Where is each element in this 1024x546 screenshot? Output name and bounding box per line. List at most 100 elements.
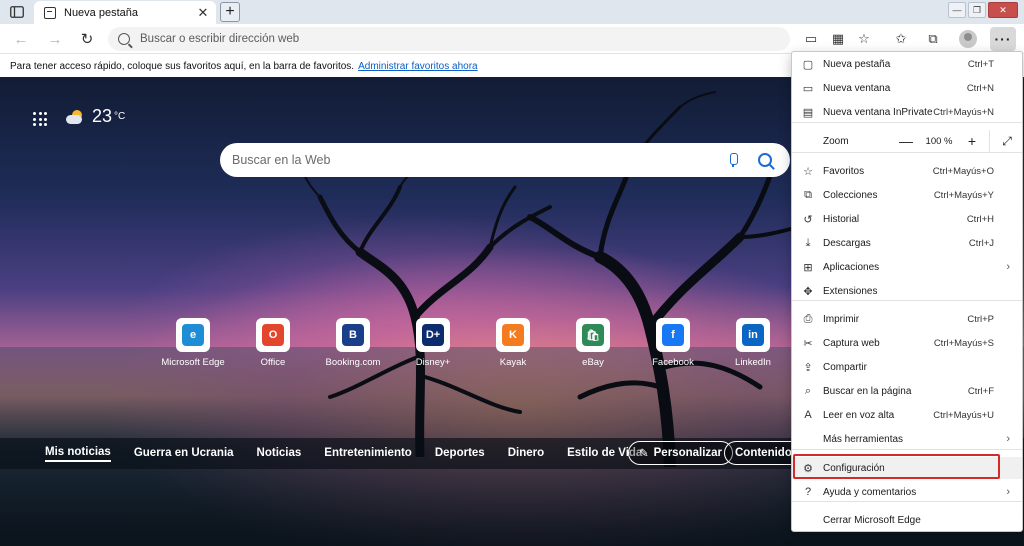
quick-link-label: Booking.com xyxy=(325,357,381,368)
menu-item-buscar-en-la-página[interactable]: ⌕ Buscar en la página Ctrl+F xyxy=(792,380,1022,402)
profile-avatar[interactable] xyxy=(959,30,977,48)
zoom-in-button[interactable]: + xyxy=(961,133,983,149)
menu-item-label: Ayuda y comentarios xyxy=(823,486,917,498)
menu-item-imprimir[interactable]: ⎙ Imprimir Ctrl+P xyxy=(792,308,1022,330)
menu-item-ayuda-y-comentarios[interactable]: ? Ayuda y comentarios › xyxy=(792,481,1022,503)
menu-item-más-herramientas[interactable]: Más herramientas › xyxy=(792,428,1022,450)
quick-link[interactable]: f Facebook xyxy=(633,318,713,368)
menu-item-compartir[interactable]: ⇪ Compartir xyxy=(792,356,1022,378)
news-tab-money[interactable]: Dinero xyxy=(508,447,544,461)
menu-item-shortcut: Ctrl+Mayús+O xyxy=(932,165,994,177)
add-favorite-icon[interactable]: ☆ xyxy=(853,29,875,49)
quick-link[interactable]: K Kayak xyxy=(473,318,553,368)
settings-and-more-button[interactable]: ··· xyxy=(990,27,1016,51)
menu-item-extensiones[interactable]: ✥ Extensiones xyxy=(792,280,1022,302)
news-tab-entertainment[interactable]: Entretenimiento xyxy=(324,447,412,461)
quick-link[interactable]: O Office xyxy=(233,318,313,368)
address-bar[interactable]: Buscar o escribir dirección web xyxy=(108,27,790,51)
menu-item-aplicaciones[interactable]: ⊞ Aplicaciones › xyxy=(792,256,1022,278)
quick-link[interactable]: 🛍 eBay xyxy=(553,318,633,368)
menu-item-shortcut: Ctrl+Mayús+N xyxy=(933,106,994,118)
close-window-icon[interactable]: ✕ xyxy=(988,2,1018,18)
refresh-icon[interactable]: ↻ xyxy=(76,29,98,49)
web-search-box[interactable]: Buscar en la Web xyxy=(220,143,790,177)
quick-link-label: Microsoft Edge xyxy=(161,357,225,368)
site-logo-icon: 🛍 xyxy=(582,324,604,346)
cast-icon[interactable]: ▭ xyxy=(800,29,822,49)
quick-link-label: LinkedIn xyxy=(735,357,771,368)
quick-link[interactable]: e Microsoft Edge xyxy=(153,318,233,368)
settings-icon: ⚙ xyxy=(803,462,813,475)
quick-link-tile: f xyxy=(656,318,690,352)
menu-item-descargas[interactable]: ⤓ Descargas Ctrl+J xyxy=(792,232,1022,254)
menu-item-historial[interactable]: ↺ Historial Ctrl+H xyxy=(792,208,1022,230)
web-search-placeholder: Buscar en la Web xyxy=(232,153,331,167)
quick-link-tile: e xyxy=(176,318,210,352)
menu-item-shortcut: Ctrl+J xyxy=(968,237,994,249)
menu-item-favoritos[interactable]: ☆ Favoritos Ctrl+Mayús+O xyxy=(792,160,1022,182)
extensions-icon: ✥ xyxy=(803,285,813,298)
menu-item-label: Nueva ventana xyxy=(823,82,891,94)
search-icon[interactable] xyxy=(758,153,772,167)
menu-item-label: Historial xyxy=(823,213,860,225)
menu-item-cerrar-microsoft-edge[interactable]: Cerrar Microsoft Edge xyxy=(792,509,1022,531)
site-logo-icon: D+ xyxy=(422,324,444,346)
menu-item-configuración[interactable]: ⚙ Configuración xyxy=(792,457,1022,479)
menu-item-shortcut: Ctrl+N xyxy=(966,82,994,94)
forward-icon[interactable]: → xyxy=(44,29,66,49)
menu-item-label: Imprimir xyxy=(823,313,860,325)
tab-actions-icon[interactable] xyxy=(6,3,28,21)
menu-separator xyxy=(792,122,1022,123)
new-window-icon: ▭ xyxy=(802,82,814,95)
site-logo-icon: f xyxy=(662,324,684,346)
favorites-icon[interactable]: ✩ xyxy=(890,29,912,49)
menu-item-label: Buscar en la página xyxy=(823,385,912,397)
menu-item-nueva-pestaña[interactable]: ▢ Nueva pestaña Ctrl+T xyxy=(792,53,1022,75)
news-tab-ukraine[interactable]: Guerra en Ucrania xyxy=(134,447,234,461)
menu-item-label: Cerrar Microsoft Edge xyxy=(823,514,921,526)
read-aloud-icon: A xyxy=(804,409,812,421)
menu-item-shortcut: Ctrl+F xyxy=(967,385,994,397)
news-tab-my-news[interactable]: Mis noticias xyxy=(45,446,111,462)
weather-widget[interactable]: 23 °C xyxy=(66,106,125,127)
weather-temperature: 23 xyxy=(92,106,113,126)
quick-link[interactable]: B Booking.com xyxy=(313,318,393,368)
apps-icon: ⊞ xyxy=(803,261,813,274)
quick-link[interactable]: D+ Disney+ xyxy=(393,318,473,368)
inprivate-icon: ▤ xyxy=(802,106,814,119)
zoom-out-button[interactable]: — xyxy=(895,133,917,149)
minimize-icon[interactable]: — xyxy=(948,2,966,18)
personalize-button[interactable]: ✎ Personalizar xyxy=(628,441,734,465)
menu-item-shortcut: Ctrl+H xyxy=(966,213,994,225)
menu-item-label: Más herramientas xyxy=(823,433,904,445)
collections-icon[interactable]: ⧉ xyxy=(922,29,944,49)
qr-code-icon[interactable]: ▦ xyxy=(827,29,849,49)
news-tab-sports[interactable]: Deportes xyxy=(435,447,485,461)
apps-launcher-icon[interactable] xyxy=(33,112,47,126)
menu-item-shortcut: Ctrl+Mayús+S xyxy=(933,337,994,349)
menu-separator xyxy=(792,300,1022,301)
menu-item-nueva-ventana-inprivate[interactable]: ▤ Nueva ventana InPrivate Ctrl+Mayús+N xyxy=(792,101,1022,123)
share-icon: ⇪ xyxy=(803,361,813,374)
tab-close-icon[interactable]: ✕ xyxy=(196,5,210,21)
quick-link-tile: K xyxy=(496,318,530,352)
back-icon[interactable]: ← xyxy=(10,29,32,49)
microphone-icon[interactable] xyxy=(728,153,738,167)
menu-separator xyxy=(792,152,1022,153)
menu-item-colecciones[interactable]: ⧉ Colecciones Ctrl+Mayús+Y xyxy=(792,184,1022,206)
menu-item-captura-web[interactable]: ✂ Captura web Ctrl+Mayús+S xyxy=(792,332,1022,354)
menu-item-nueva-ventana[interactable]: ▭ Nueva ventana Ctrl+N xyxy=(792,77,1022,99)
fullscreen-icon[interactable]: ⤢ xyxy=(996,134,1018,149)
manage-favorites-link[interactable]: Administrar favoritos ahora xyxy=(358,61,478,72)
news-tab-news[interactable]: Noticias xyxy=(257,447,302,461)
restore-icon[interactable]: ❐ xyxy=(968,2,986,18)
tab-new-tab[interactable]: Nueva pestaña ✕ xyxy=(34,1,216,24)
menu-item-shortcut: Ctrl+Mayús+U xyxy=(933,409,994,421)
menu-item-leer-en-voz-alta[interactable]: A Leer en voz alta Ctrl+Mayús+U xyxy=(792,404,1022,426)
quick-link[interactable]: in LinkedIn xyxy=(713,318,793,368)
find-icon: ⌕ xyxy=(804,384,812,397)
new-tab-button[interactable]: + xyxy=(220,2,240,22)
menu-item-label: Nueva ventana InPrivate xyxy=(823,106,933,118)
menu-item-zoom[interactable]: Zoom —100 % + ⤢ xyxy=(792,130,1022,152)
chevron-right-icon: › xyxy=(1006,433,1010,445)
